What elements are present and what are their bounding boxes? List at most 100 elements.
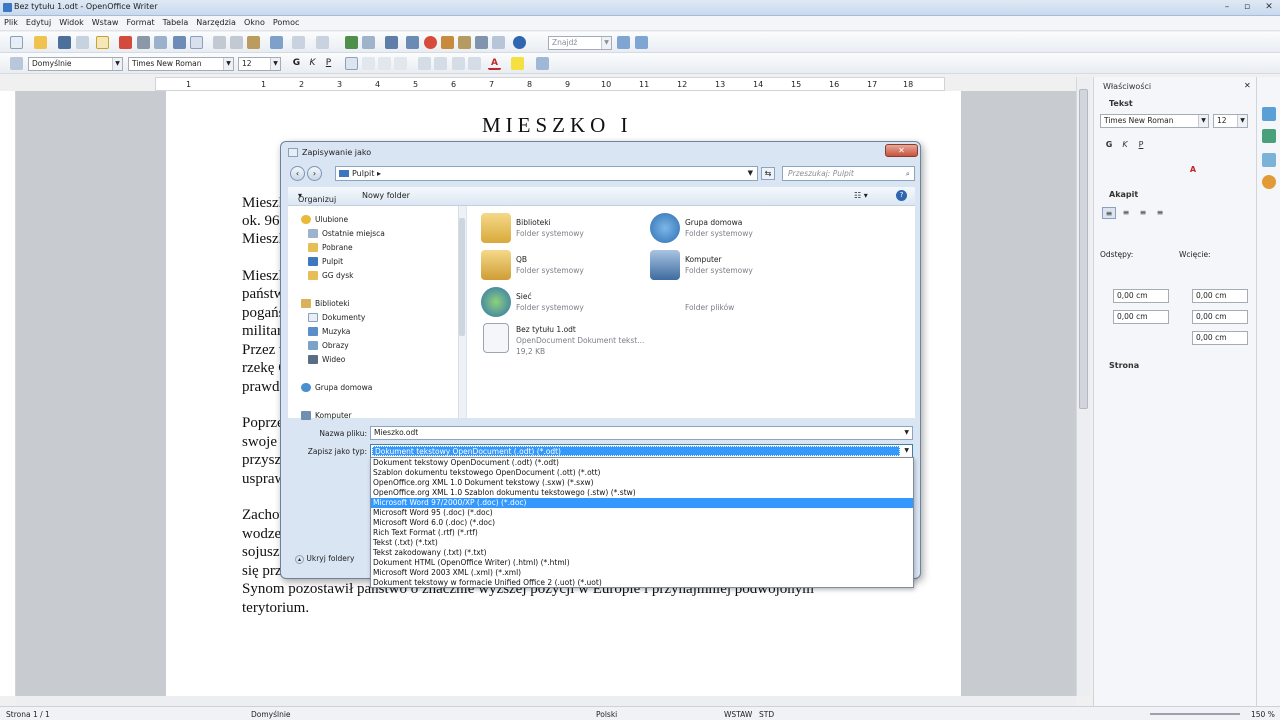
- copy-icon[interactable]: [230, 36, 243, 49]
- underline-icon[interactable]: P: [1134, 139, 1148, 151]
- address-bar[interactable]: Pulpit ▸ ▼: [335, 166, 758, 181]
- status-insert[interactable]: WSTAW: [724, 710, 752, 719]
- chevron-down-icon[interactable]: ▼: [904, 427, 909, 439]
- datasources-icon[interactable]: [458, 36, 471, 49]
- styles-tab-icon[interactable]: [1262, 129, 1276, 143]
- close-icon[interactable]: ✕: [1244, 81, 1251, 90]
- chevron-down-icon[interactable]: ▼: [1198, 115, 1208, 127]
- help-icon[interactable]: ?: [896, 190, 907, 201]
- nav-computer[interactable]: Komputer: [315, 411, 352, 420]
- horizontal-ruler[interactable]: 1 1 2 3 4 5 6 7 8 9 10 11 12 13 14 15 16…: [155, 77, 945, 91]
- format-paintbrush-icon[interactable]: [270, 36, 283, 49]
- filetype-option[interactable]: Dokument tekstowy OpenDocument (.odt) (*…: [371, 458, 913, 468]
- section-text-title[interactable]: Tekst: [1109, 99, 1133, 108]
- styles-icon[interactable]: [10, 57, 23, 70]
- filetype-option[interactable]: Microsoft Word 2003 XML (.xml) (*.xml): [371, 568, 913, 578]
- refresh-icon[interactable]: ⇆: [761, 167, 775, 180]
- status-select[interactable]: STD: [759, 710, 774, 719]
- hyperlink-icon[interactable]: [345, 36, 358, 49]
- dialog-close-button[interactable]: ✕: [885, 144, 918, 157]
- decrease-indent-icon[interactable]: [452, 57, 465, 70]
- chevron-down-icon[interactable]: ▼: [1237, 115, 1247, 127]
- sidebar-size-select[interactable]: 12 ▼: [1213, 114, 1248, 128]
- filetype-option[interactable]: Dokument HTML (OpenOffice Writer) (.html…: [371, 558, 913, 568]
- hide-folders-button[interactable]: ▴ Ukryj foldery: [295, 554, 354, 564]
- align-left-icon[interactable]: ≡: [1102, 207, 1116, 219]
- address-location[interactable]: Pulpit: [352, 169, 374, 178]
- new-document-icon[interactable]: [10, 36, 23, 49]
- new-folder-button[interactable]: Nowy folder: [362, 191, 410, 200]
- filetype-option[interactable]: Microsoft Word 6.0 (.doc) (*.doc): [371, 518, 913, 528]
- justify-icon[interactable]: [394, 57, 407, 70]
- paragraph-style-select[interactable]: Domyślnie ▼: [28, 57, 123, 71]
- font-color-icon[interactable]: A: [1186, 164, 1200, 176]
- zoom-icon[interactable]: [492, 36, 505, 49]
- vertical-scrollbar[interactable]: [1076, 77, 1090, 696]
- nav-homegroup[interactable]: Grupa domowa: [315, 383, 372, 392]
- search-icon[interactable]: ⌕: [906, 167, 910, 180]
- menu-format[interactable]: Format: [122, 16, 158, 29]
- chevron-down-icon[interactable]: ▼: [601, 37, 611, 49]
- status-zoom[interactable]: 150 %: [1251, 710, 1275, 719]
- nav-pictures[interactable]: Obrazy: [322, 341, 349, 350]
- gallery-icon[interactable]: [441, 36, 454, 49]
- justify-icon[interactable]: ≡: [1153, 207, 1167, 219]
- highlight-icon[interactable]: [511, 57, 524, 70]
- align-center-icon[interactable]: [362, 57, 375, 70]
- nav-scroll-thumb[interactable]: [459, 218, 465, 336]
- organize-button[interactable]: Organizuj ▾: [298, 191, 336, 204]
- maximize-button[interactable]: ▫: [1238, 1, 1256, 13]
- filetype-option[interactable]: Tekst (.txt) (*.txt): [371, 538, 913, 548]
- filetype-option[interactable]: Rich Text Format (.rtf) (*.rtf): [371, 528, 913, 538]
- back-button[interactable]: ‹: [290, 166, 305, 181]
- navigator-tab-icon[interactable]: [1262, 175, 1276, 189]
- view-options-icon[interactable]: ☷ ▾: [854, 191, 868, 200]
- file-item-network[interactable]: Sieć Folder systemowy: [516, 291, 584, 313]
- nav-desktop[interactable]: Pulpit: [322, 257, 343, 266]
- chevron-down-icon[interactable]: ▼: [904, 445, 909, 457]
- nav-recent-places[interactable]: Ostatnie miejsca: [322, 229, 385, 238]
- chevron-down-icon[interactable]: ▼: [112, 58, 122, 70]
- table-icon[interactable]: [362, 36, 375, 49]
- show-draw-icon[interactable]: [385, 36, 398, 49]
- horizontal-scrollbar[interactable]: [16, 696, 1076, 706]
- filetype-option[interactable]: Tekst zakodowany (.txt) (*.txt): [371, 548, 913, 558]
- underline-icon[interactable]: P: [322, 57, 335, 70]
- menu-file[interactable]: Plik: [0, 16, 22, 29]
- numbering-icon[interactable]: [418, 57, 431, 70]
- menu-insert[interactable]: Wstaw: [88, 16, 123, 29]
- autospell-icon[interactable]: [190, 36, 203, 49]
- filetype-select[interactable]: Dokument tekstowy OpenDocument (.odt) (*…: [370, 444, 913, 458]
- filetype-option[interactable]: OpenOffice.org XML 1.0 Dokument tekstowy…: [371, 478, 913, 488]
- navigator-icon[interactable]: [424, 36, 437, 49]
- increase-indent-icon[interactable]: [468, 57, 481, 70]
- breadcrumb-chevron-icon[interactable]: ▸: [377, 169, 381, 178]
- spacing-below-field[interactable]: 0,00 cm: [1113, 310, 1169, 324]
- gallery-tab-icon[interactable]: [1262, 153, 1276, 167]
- minimize-button[interactable]: –: [1218, 1, 1236, 13]
- properties-tab-icon[interactable]: [1262, 107, 1276, 121]
- font-color-icon[interactable]: A: [488, 57, 501, 70]
- search-input[interactable]: Przeszukaj: Pulpit ⌕: [782, 166, 915, 181]
- nav-libraries[interactable]: Biblioteki: [315, 299, 350, 308]
- bullets-icon[interactable]: [434, 57, 447, 70]
- zoom-slider[interactable]: [1150, 713, 1240, 715]
- filetype-option[interactable]: Microsoft Word 95 (.doc) (*.doc): [371, 508, 913, 518]
- help-icon[interactable]: [513, 36, 526, 49]
- bold-icon[interactable]: G: [1102, 139, 1116, 151]
- align-left-icon[interactable]: [345, 57, 358, 70]
- undo-icon[interactable]: [292, 36, 305, 49]
- section-page-title[interactable]: Strona: [1109, 361, 1139, 370]
- scroll-thumb[interactable]: [1079, 89, 1088, 409]
- nav-favorites[interactable]: Ulubione: [315, 215, 348, 224]
- section-paragraph-title[interactable]: Akapit: [1109, 190, 1138, 199]
- filename-input[interactable]: Mieszko.odt ▼: [370, 426, 913, 440]
- filetype-option[interactable]: Szablon dokumentu tekstowego OpenDocumen…: [371, 468, 913, 478]
- print-preview-icon[interactable]: [154, 36, 167, 49]
- menu-help[interactable]: Pomoc: [269, 16, 304, 29]
- file-item-folder[interactable]: Folder plików: [685, 302, 734, 313]
- background-color-icon[interactable]: [536, 57, 549, 70]
- nav-downloads[interactable]: Pobrane: [322, 243, 353, 252]
- file-item-homegroup[interactable]: Grupa domowa Folder systemowy: [685, 217, 753, 239]
- close-window-button[interactable]: ✕: [1260, 1, 1278, 13]
